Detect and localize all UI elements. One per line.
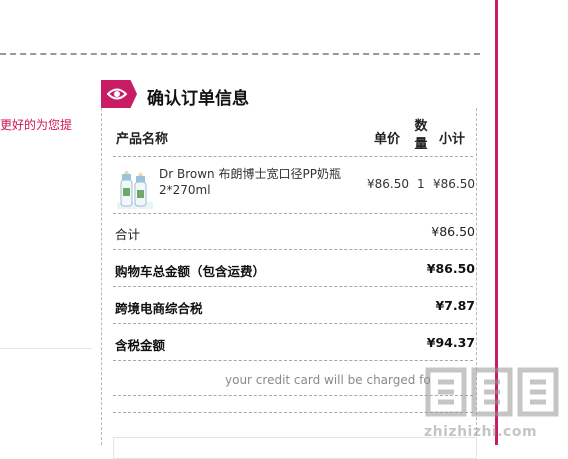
total-with-tax-label: 含税金额	[115, 338, 166, 353]
tax-label: 跨境电商综合税	[115, 301, 203, 316]
row-divider	[113, 395, 473, 396]
section-title: 确认订单信息	[147, 89, 249, 109]
product-subtotal: ¥86.50	[433, 177, 475, 191]
row-divider	[113, 286, 473, 287]
bottom-box	[113, 437, 477, 459]
product-unit-price: ¥86.50	[367, 177, 409, 191]
tax-value: ¥7.87	[435, 298, 475, 313]
eye-icon	[101, 80, 137, 108]
cart-total-label: 购物车总金额（包含运费）	[115, 264, 266, 279]
total-with-tax-value: ¥94.37	[426, 335, 475, 350]
header-product-name: 产品名称	[116, 132, 169, 147]
left-info-text: 更好的为您提	[0, 118, 73, 132]
watermark-text: zhizhizhi.com	[424, 424, 538, 440]
cart-total-value: ¥86.50	[426, 261, 475, 276]
panel-left-border	[101, 108, 102, 445]
row-divider	[113, 249, 473, 250]
header-unit-price: 单价	[374, 132, 401, 147]
subtotal-value: ¥86.50	[431, 224, 475, 239]
panel-right-border	[476, 108, 477, 445]
row-divider	[113, 412, 473, 413]
left-separator	[0, 348, 92, 349]
header-subtotal: 小计	[439, 132, 466, 147]
product-thumbnail[interactable]	[115, 166, 155, 210]
accent-divider	[495, 0, 498, 445]
top-divider	[0, 53, 480, 55]
subtotal-label: 合计	[115, 227, 141, 242]
row-divider	[113, 323, 473, 324]
product-quantity: 1	[417, 177, 425, 191]
header-quantity: 数量	[414, 119, 428, 152]
row-divider	[113, 360, 473, 361]
charge-note: your credit card will be charged fo	[225, 373, 431, 387]
product-name-link[interactable]: Dr Brown 布朗博士宽口径PP奶瓶2*270ml	[159, 166, 349, 198]
row-divider	[113, 213, 473, 214]
table-header: 产品名称 单价 数量 小计	[116, 119, 476, 156]
row-divider	[113, 156, 473, 157]
order-confirmation-panel: 确认订单信息 产品名称 单价 数量 小计 Dr Brown 布朗博士宽口径PP奶…	[101, 80, 477, 459]
